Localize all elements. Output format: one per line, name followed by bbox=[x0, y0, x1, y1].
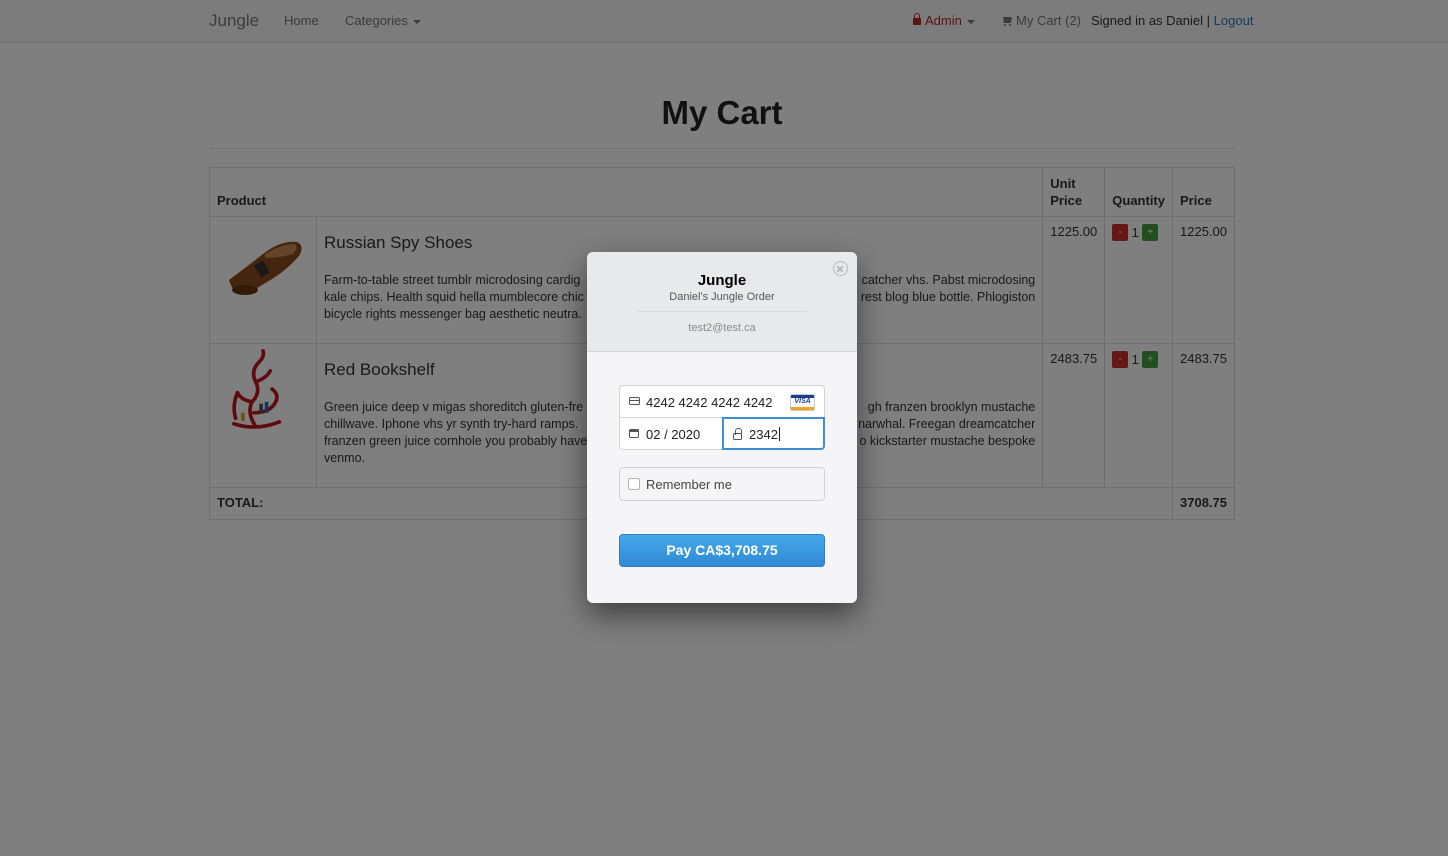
header-divider bbox=[637, 311, 807, 312]
cvc-value: 2342 bbox=[749, 427, 778, 442]
cvc-value-wrap: 2342 bbox=[749, 427, 780, 442]
order-description: Daniel's Jungle Order bbox=[669, 291, 775, 303]
remember-me-checkbox[interactable] bbox=[628, 478, 640, 490]
card-number-value: 4242 4242 4242 4242 bbox=[646, 395, 773, 410]
text-cursor bbox=[778, 427, 780, 441]
close-icon[interactable] bbox=[833, 261, 848, 276]
credit-card-icon bbox=[629, 397, 640, 405]
card-number-field[interactable]: 4242 4242 4242 4242 VISA bbox=[619, 385, 825, 418]
cvc-field[interactable]: 2342 bbox=[722, 417, 825, 450]
card-brand-label: VISA bbox=[794, 398, 811, 405]
checkout-header: Jungle Daniel's Jungle Order test2@test.… bbox=[587, 252, 857, 352]
calendar-icon bbox=[629, 429, 639, 438]
visa-card-icon: VISA bbox=[790, 394, 815, 411]
customer-email: test2@test.ca bbox=[688, 322, 756, 334]
merchant-name: Jungle bbox=[697, 272, 747, 289]
expiry-field[interactable]: 02 / 2020 bbox=[619, 417, 723, 450]
expiry-value: 02 / 2020 bbox=[646, 427, 701, 442]
checkout-modal: Jungle Daniel's Jungle Order test2@test.… bbox=[587, 252, 857, 603]
remember-me-label: Remember me bbox=[646, 477, 732, 492]
lock-icon bbox=[733, 428, 742, 440]
pay-button[interactable]: Pay CA$3,708.75 bbox=[619, 534, 825, 567]
remember-me-option[interactable]: Remember me bbox=[619, 467, 825, 501]
